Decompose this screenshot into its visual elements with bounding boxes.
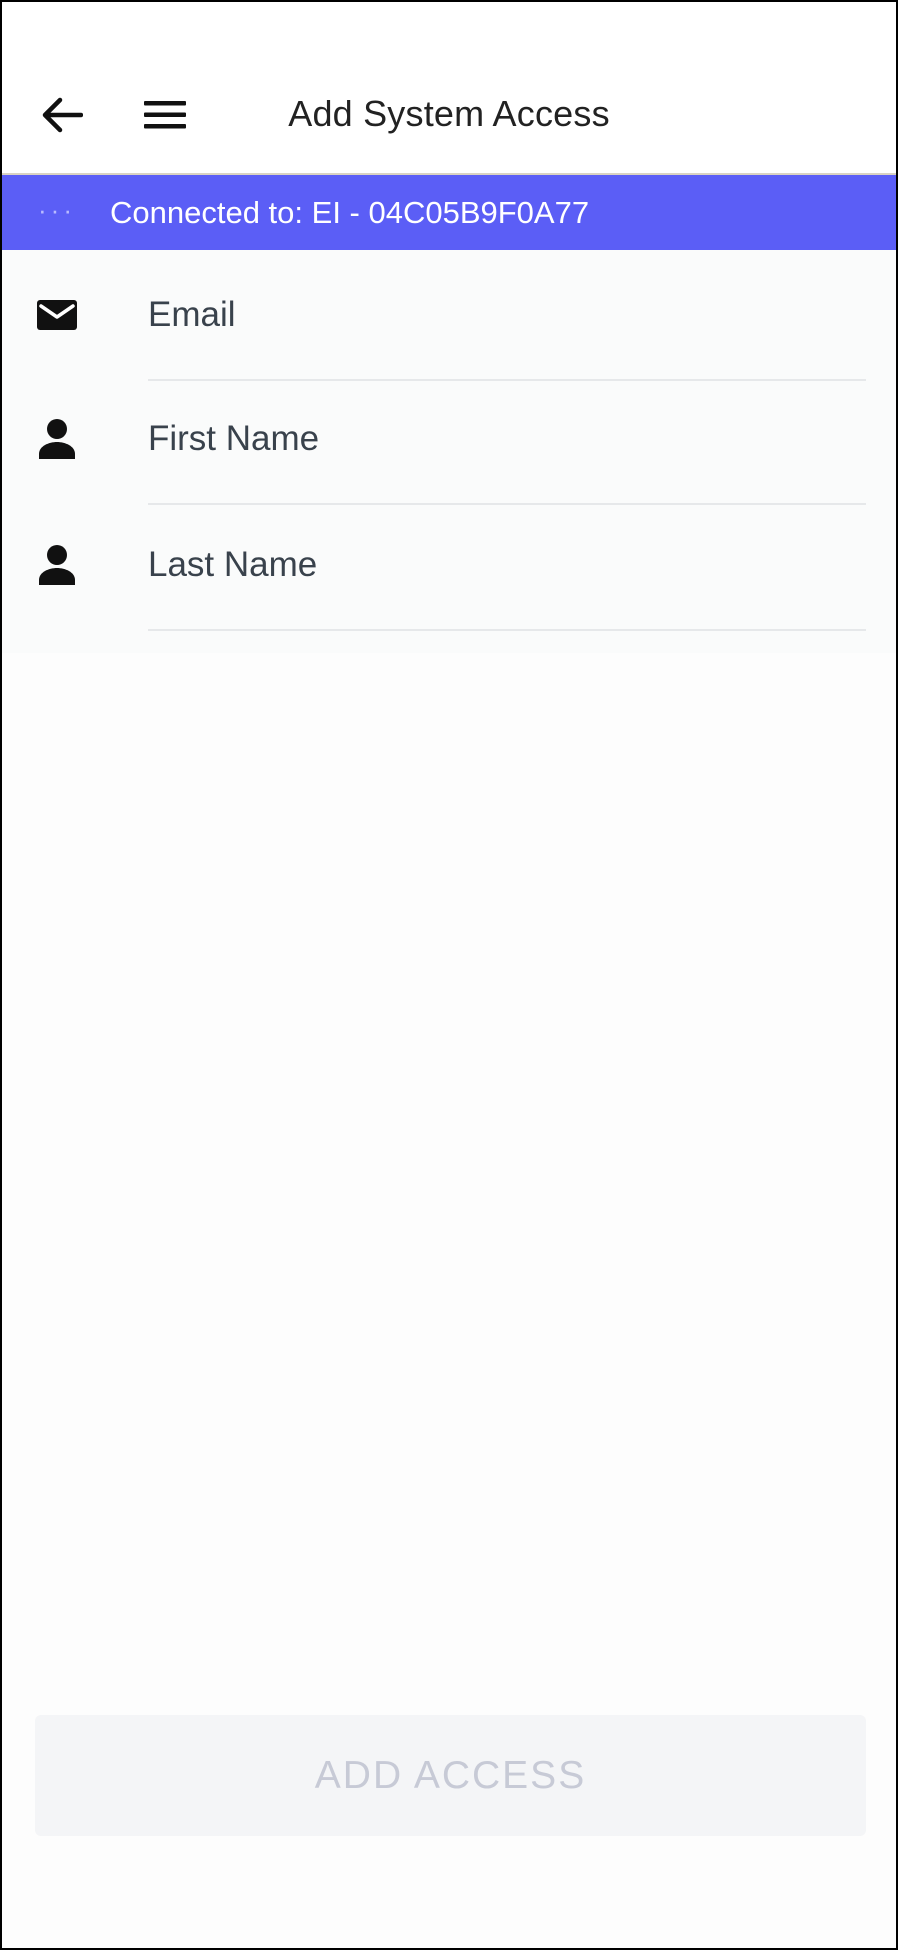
access-form <box>2 250 896 653</box>
connection-text: Connected to: EI - 04C05B9F0A77 <box>110 195 590 230</box>
back-button[interactable] <box>27 80 97 150</box>
menu-button[interactable] <box>130 80 200 150</box>
first-name-row <box>2 374 896 505</box>
app-bar: Add System Access <box>2 2 896 175</box>
add-access-button[interactable]: ADD ACCESS <box>35 1715 866 1836</box>
first-name-field[interactable] <box>148 404 866 474</box>
hamburger-menu-icon <box>144 101 186 129</box>
screen: Add System Access ··· Connected to: EI -… <box>2 2 896 1948</box>
last-name-row <box>2 498 896 631</box>
email-field[interactable] <box>148 280 866 350</box>
last-name-field[interactable] <box>148 530 866 600</box>
last-name-underline <box>148 629 866 631</box>
page-title: Add System Access <box>288 93 610 134</box>
connection-status-indicator: ··· <box>38 195 76 225</box>
person-icon <box>35 543 79 587</box>
email-row <box>2 250 896 381</box>
person-icon <box>35 417 79 461</box>
arrow-left-icon <box>42 97 83 133</box>
envelope-icon <box>35 293 79 337</box>
connection-banner: ··· Connected to: EI - 04C05B9F0A77 <box>2 175 896 250</box>
